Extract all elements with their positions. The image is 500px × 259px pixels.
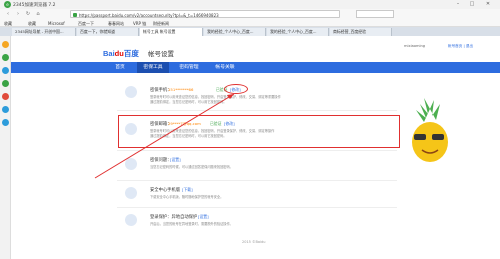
- page-footer: 2015 ©Baidu: [242, 240, 266, 244]
- pineapple-mascot: [412, 98, 448, 162]
